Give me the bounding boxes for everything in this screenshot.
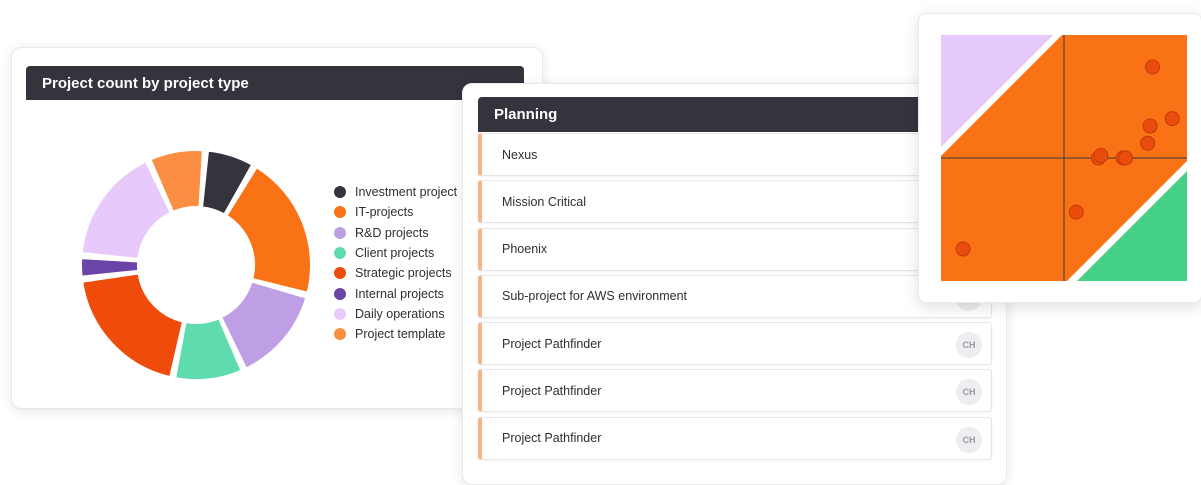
legend-dot — [334, 206, 346, 219]
legend-item: Investment project — [334, 182, 474, 202]
legend-label: Investment project — [355, 185, 458, 200]
legend-label: R&D projects — [355, 225, 429, 240]
legend-dot — [334, 267, 346, 280]
planning-list: Nexus Mission Critical Phoenix Sub-project … — [478, 133, 992, 464]
legend-item: Internal projects — [334, 283, 474, 303]
project-name: Sub-project for AWS environment — [502, 289, 688, 304]
legend-item: IT-projects — [334, 202, 474, 222]
matrix-point — [1142, 118, 1158, 134]
legend-dot — [334, 287, 346, 300]
planning-row[interactable]: Project Pathfinder CH — [478, 322, 992, 366]
legend-label: Strategic projects — [355, 266, 452, 281]
chart-legend: Investment project IT-projects R&D project… — [334, 182, 474, 344]
project-name: Nexus — [502, 147, 538, 162]
planning-row[interactable]: Mission Critical — [478, 180, 992, 224]
planning-row[interactable]: Sub-project for AWS environment — [478, 274, 992, 318]
legend-label: Internal projects — [355, 286, 444, 301]
planning-row[interactable]: Project Pathfinder CH — [478, 416, 992, 460]
matrix-point — [1118, 150, 1133, 166]
legend-label: Project template — [355, 327, 446, 342]
legend-dot — [334, 328, 346, 341]
risk-matrix-card — [918, 13, 1201, 303]
legend-item: Project template — [334, 324, 474, 344]
avatar[interactable]: CH — [956, 332, 982, 359]
donut-slice-strategic-projects — [81, 272, 184, 379]
legend-item: Strategic projects — [334, 263, 474, 283]
legend-label: Daily operations — [355, 306, 445, 321]
legend-dot — [334, 307, 346, 320]
project-name: Phoenix — [502, 242, 548, 257]
legend-label: IT-projects — [355, 205, 414, 220]
matrix-point — [1068, 204, 1084, 220]
risk-matrix — [941, 35, 1187, 281]
project-name: Project Pathfinder — [502, 383, 602, 398]
legend-dot — [334, 186, 346, 199]
legend-dot — [334, 247, 346, 260]
legend-item: Client projects — [334, 243, 474, 263]
avatar[interactable]: CH — [956, 426, 982, 453]
matrix-point — [1164, 111, 1180, 127]
matrix-point — [1140, 135, 1156, 151]
project-name: Mission Critical — [502, 194, 587, 209]
avatar[interactable]: CH — [956, 379, 982, 406]
project-name: Project Pathfinder — [502, 336, 602, 351]
planning-row[interactable]: Project Pathfinder CH — [478, 369, 992, 413]
legend-dot — [334, 226, 346, 239]
legend-label: Client projects — [355, 246, 435, 261]
matrix-point — [1145, 59, 1161, 75]
matrix-point — [955, 241, 971, 257]
legend-item: R&D projects — [334, 223, 474, 243]
planning-row[interactable]: Phoenix — [478, 227, 992, 271]
legend-item: Daily operations — [334, 304, 474, 324]
planning-row[interactable]: Nexus — [478, 133, 992, 176]
project-name: Project Pathfinder — [502, 431, 602, 446]
matrix-point — [1093, 148, 1109, 164]
